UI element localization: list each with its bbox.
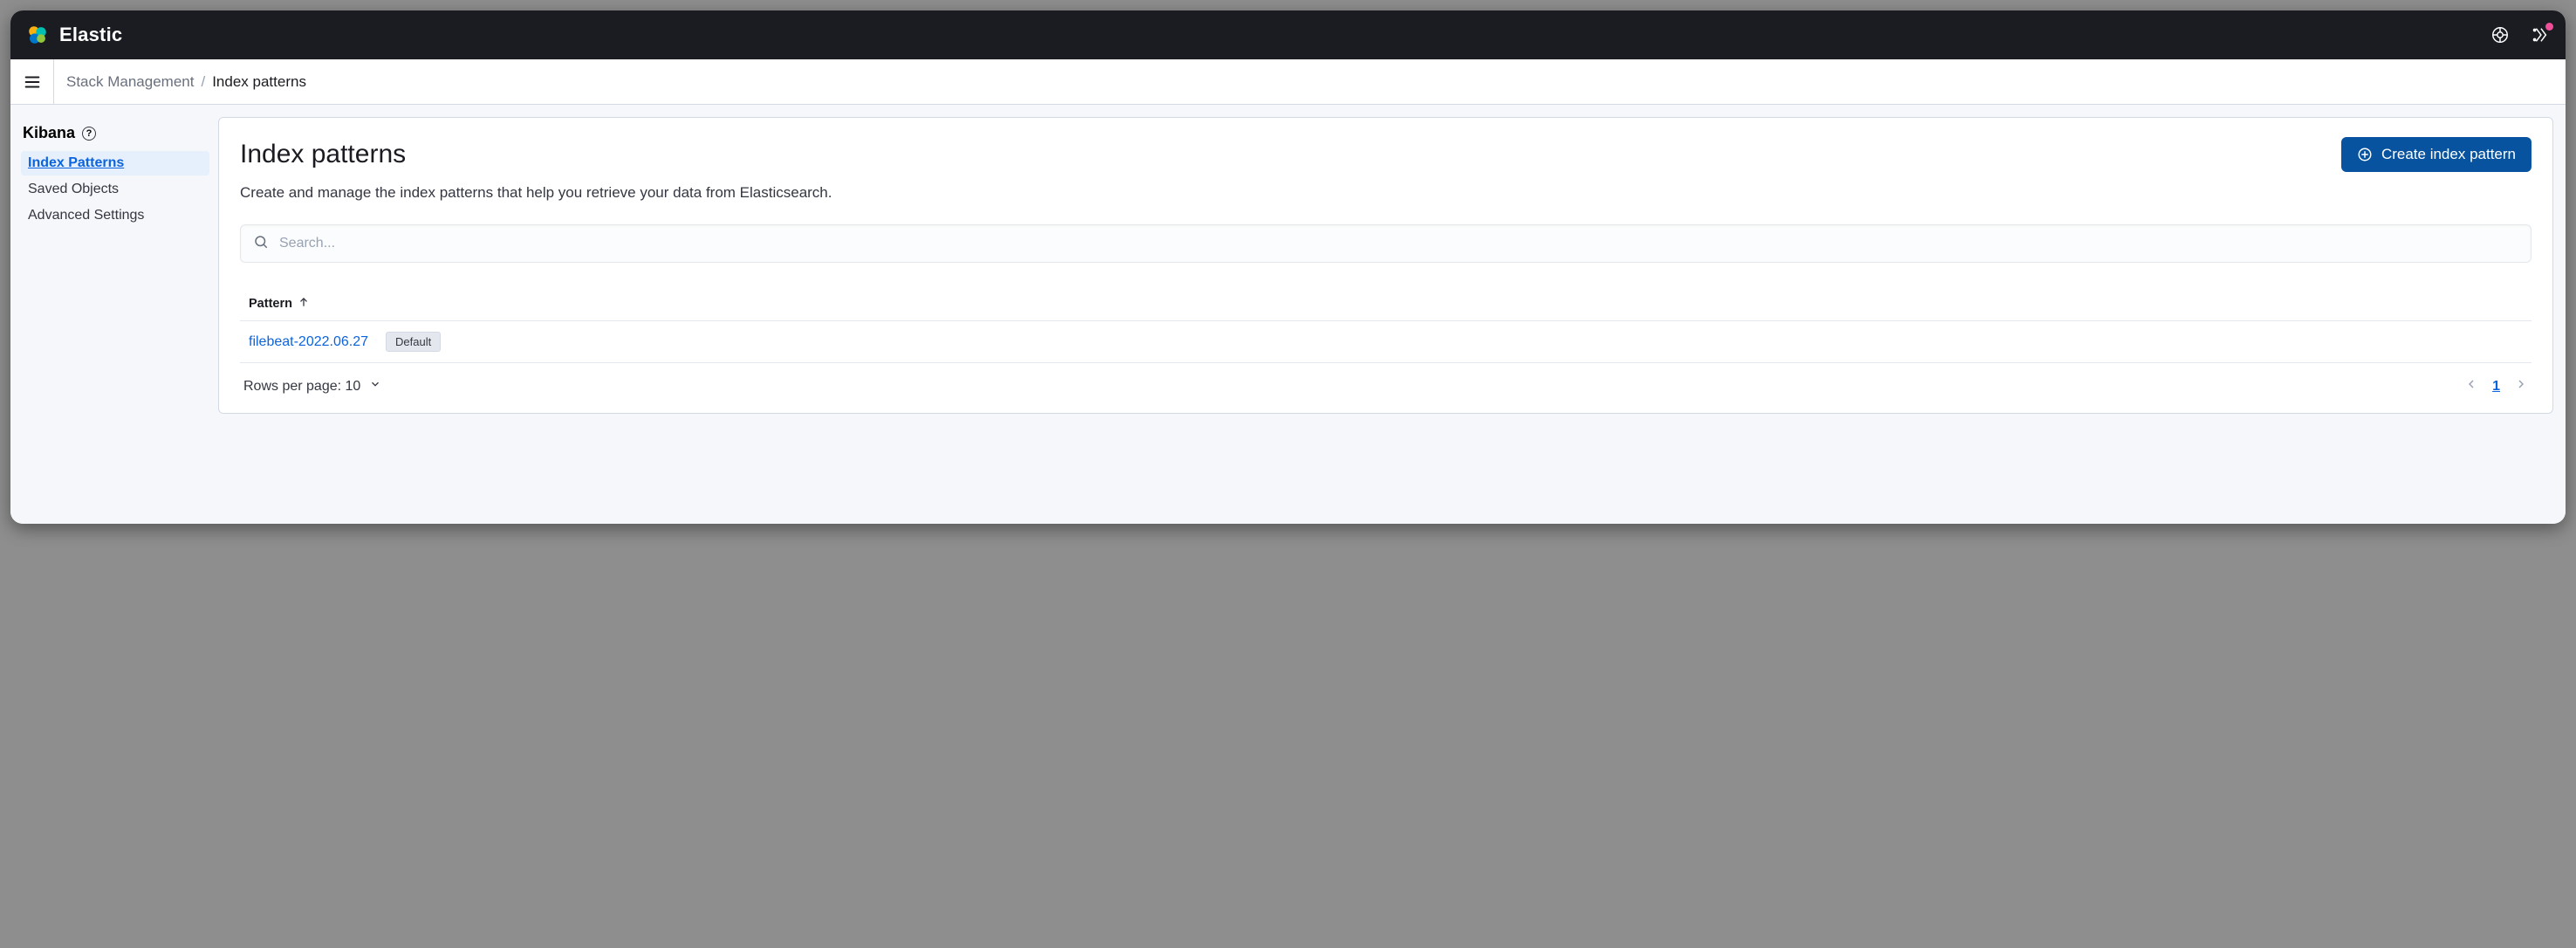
next-page-button[interactable] [2514,377,2528,395]
sidebar-section-label: Kibana [23,124,75,142]
page-description: Create and manage the index patterns tha… [240,184,2531,202]
elastic-logo-icon [26,24,49,46]
sidebar-item-label: Advanced Settings [28,208,144,223]
chevron-down-icon [369,378,381,395]
pattern-link[interactable]: filebeat-2022.06.27 [249,334,368,350]
plus-circle-icon [2357,147,2373,162]
sidebar-item-advanced-settings[interactable]: Advanced Settings [21,203,209,228]
newsfeed-icon[interactable] [2531,25,2550,45]
default-badge: Default [386,332,441,352]
nav-toggle-button[interactable] [10,59,54,105]
breadcrumb: Stack Management / Index patterns [54,73,306,91]
pagination: 1 [2464,377,2528,395]
topbar: Elastic [10,10,2566,59]
search-input[interactable] [279,236,2518,251]
help-icon[interactable] [2490,25,2510,45]
sort-ascending-icon [298,296,310,312]
sidebar-item-label: Saved Objects [28,182,119,196]
column-pattern: Pattern [249,297,292,311]
create-index-pattern-button[interactable]: Create index pattern [2341,137,2531,172]
search-field[interactable] [240,224,2531,263]
search-icon [253,234,269,254]
sidebar-section-header: Kibana ? [21,120,209,151]
sidebar-item-index-patterns[interactable]: Index Patterns [21,151,209,175]
breadcrumb-separator: / [201,73,205,91]
breadcrumb-current: Index patterns [212,73,306,91]
topbar-actions [2490,25,2550,45]
sidebar: Kibana ? Index Patterns Saved Objects Ad… [10,105,218,524]
sidebar-item-label: Index Patterns [28,155,124,170]
product-name: Elastic [59,24,122,46]
page-number[interactable]: 1 [2490,379,2502,395]
rows-per-page-selector[interactable]: Rows per page: 10 [243,378,381,395]
breadcrumb-parent[interactable]: Stack Management [66,73,194,91]
patterns-table: Pattern filebeat-2022.06.27 Default [240,289,2531,399]
question-icon[interactable]: ? [82,127,96,141]
notification-dot [2545,23,2553,31]
subbar: Stack Management / Index patterns [10,59,2566,105]
content-card: Index patterns Create index pattern Crea… [218,117,2553,414]
rows-per-page-label: Rows per page: 10 [243,379,360,395]
card-header: Index patterns Create index pattern [240,137,2531,172]
page-title: Index patterns [240,140,406,169]
create-button-label: Create index pattern [2381,146,2516,163]
sidebar-item-saved-objects[interactable]: Saved Objects [21,177,209,202]
logo[interactable]: Elastic [26,24,122,46]
table-header[interactable]: Pattern [240,289,2531,321]
prev-page-button[interactable] [2464,377,2478,395]
main-content: Index patterns Create index pattern Crea… [218,105,2566,524]
table-row: filebeat-2022.06.27 Default [240,321,2531,363]
table-footer: Rows per page: 10 [240,363,2531,399]
